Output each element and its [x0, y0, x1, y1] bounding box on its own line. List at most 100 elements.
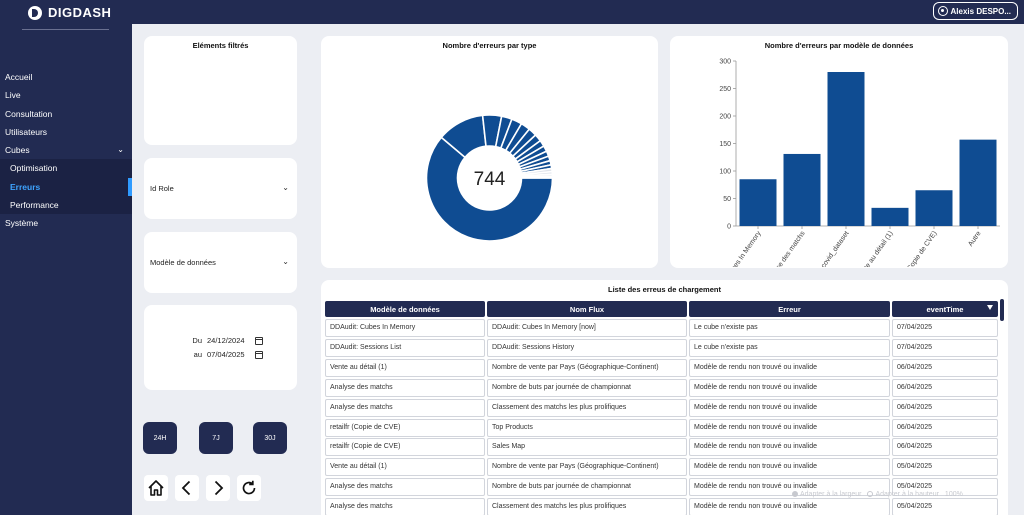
column-header-eventtime[interactable]: eventTime	[892, 301, 998, 317]
x-tick-label: covid_dataset	[820, 230, 851, 267]
cell-eventtime[interactable]: 06/04/2025	[892, 358, 998, 377]
fit-width-label: Adapter à la largeur	[800, 491, 862, 498]
errors-by-model-title: Nombre d'erreurs par modèle de données	[764, 41, 914, 50]
refresh-button[interactable]	[237, 475, 261, 501]
sidebar-item-live[interactable]: Live	[0, 86, 132, 104]
cell-model[interactable]: Vente au détail (1)	[325, 458, 485, 477]
bar[interactable]	[959, 139, 997, 226]
cell-error[interactable]: Modèle de rendu non trouvé ou invalide	[689, 458, 890, 477]
range-7j-button[interactable]: 7J	[199, 422, 233, 454]
cell-eventtime[interactable]: 07/04/2025	[892, 338, 998, 357]
cell-error[interactable]: Modèle de rendu non trouvé ou invalide	[689, 378, 890, 397]
bar[interactable]	[871, 207, 909, 226]
cell-flux[interactable]: Nombre de buts par journée de championna…	[487, 378, 687, 397]
cell-error[interactable]: Modèle de rendu non trouvé ou invalide	[689, 398, 890, 417]
y-tick-label: 300	[719, 59, 731, 66]
cell-flux[interactable]: DDAudit: Cubes In Memory [now]	[487, 319, 687, 337]
range-30j-button[interactable]: 30J	[253, 422, 287, 454]
cell-flux[interactable]: Nombre de buts par journée de championna…	[487, 478, 687, 497]
cell-eventtime[interactable]: 06/04/2025	[892, 398, 998, 417]
cell-model[interactable]: retailfr (Copie de CVE)	[325, 438, 485, 457]
cell-eventtime[interactable]: 05/04/2025	[892, 458, 998, 477]
sidebar-item-cubes[interactable]: Cubes ⌄	[0, 141, 132, 159]
cell-model[interactable]: Analyse des matchs	[325, 398, 485, 417]
date-to-input[interactable]: 07/04/2025	[207, 350, 251, 359]
bar-chart[interactable]: 0 50 100 150 200 250 300 DDAudit: Cubes In Memo…	[670, 52, 1008, 267]
donut-chart[interactable]: 744	[321, 54, 658, 264]
cell-error[interactable]: Le cube n'existe pas	[689, 338, 890, 357]
column-header-error[interactable]: Erreur	[689, 301, 890, 317]
column-header-model[interactable]: Modèle de données	[325, 301, 485, 317]
range-24h-button[interactable]: 24H	[143, 422, 177, 454]
cell-model[interactable]: Analyse des matchs	[325, 478, 485, 497]
table-scrollbar[interactable]	[1000, 299, 1004, 321]
model-select[interactable]: Modèle de données ⌄	[144, 232, 297, 293]
sidebar-item-optimisation[interactable]: Optimisation	[0, 159, 132, 178]
cell-flux[interactable]: Top Products	[487, 418, 687, 437]
bar[interactable]	[739, 179, 777, 226]
cell-eventtime[interactable]: 06/04/2025	[892, 418, 998, 437]
chevron-down-icon: ⌄	[282, 257, 289, 266]
sidebar-item-label: Accueil	[5, 72, 33, 82]
sort-desc-icon[interactable]	[987, 305, 993, 310]
cell-eventtime[interactable]: 05/04/2025	[892, 498, 998, 515]
x-tick-label: DDAudit: Cubes In Memory	[708, 230, 763, 267]
back-button[interactable]	[175, 475, 199, 501]
cell-eventtime[interactable]: 06/04/2025	[892, 438, 998, 457]
cell-flux[interactable]: Classement des matchs les plus prolifiqu…	[487, 498, 687, 515]
fit-width-option[interactable]: Adapter à la largeur	[792, 491, 861, 498]
column-header-flux[interactable]: Nom Flux	[487, 301, 687, 317]
forward-button[interactable]	[206, 475, 230, 501]
date-from-input[interactable]: 24/12/2024	[207, 336, 251, 345]
cell-flux[interactable]: DDAudit: Sessions History	[487, 338, 687, 357]
loading-errors-title: Liste des erreus de chargement	[608, 285, 721, 294]
cell-model[interactable]: Analyse des matchs	[325, 378, 485, 397]
cell-flux[interactable]: Nombre de vente par Pays (Géographique-C…	[487, 358, 687, 377]
bar[interactable]	[783, 153, 821, 226]
cell-error[interactable]: Modèle de rendu non trouvé ou invalide	[689, 498, 890, 515]
home-button[interactable]	[144, 475, 168, 501]
cell-model[interactable]: DDAudit: Sessions List	[325, 338, 485, 357]
sidebar-item-syst-me[interactable]: Système	[0, 214, 132, 232]
cell-model[interactable]: Vente au détail (1)	[325, 358, 485, 377]
calendar-icon[interactable]	[255, 336, 263, 345]
cell-flux[interactable]: Classement des matchs les plus prolifiqu…	[487, 398, 687, 417]
date-to-label: au	[193, 350, 202, 359]
donut-slice[interactable]	[520, 175, 554, 179]
y-tick-label: 200	[719, 114, 731, 121]
cell-model[interactable]: retailfr (Copie de CVE)	[325, 418, 485, 437]
cell-flux[interactable]: Nombre de vente par Pays (Géographique-C…	[487, 458, 687, 477]
id-role-label: Id Role	[150, 184, 174, 193]
date-from-row[interactable]: Du 24/12/2024	[186, 336, 263, 345]
cell-flux[interactable]: Sales Map	[487, 438, 687, 457]
cell-error[interactable]: Le cube n'existe pas	[689, 319, 890, 337]
fit-height-option[interactable]: Adapter à la hauteur	[867, 491, 939, 498]
cell-eventtime[interactable]: 06/04/2025	[892, 378, 998, 397]
sidebar-item-label: Live	[5, 90, 21, 101]
top-bar: DIGDASH Alexis DESPO...	[0, 0, 1024, 24]
date-to-row[interactable]: au 07/04/2025	[186, 350, 263, 359]
cell-error[interactable]: Modèle de rendu non trouvé ou invalide	[689, 418, 890, 437]
bar[interactable]	[827, 72, 865, 226]
zoom-level[interactable]: 100%	[945, 491, 963, 498]
user-menu-button[interactable]: Alexis DESPO...	[932, 2, 1018, 20]
sidebar-item-utilisateurs[interactable]: Utilisateurs	[0, 123, 132, 141]
cell-model[interactable]: Analyse des matchs	[325, 498, 485, 515]
cell-model[interactable]: DDAudit: Cubes In Memory	[325, 319, 485, 337]
sidebar-item-consultation[interactable]: Consultation	[0, 105, 132, 123]
cell-error[interactable]: Modèle de rendu non trouvé ou invalide	[689, 358, 890, 377]
cell-error[interactable]: Modèle de rendu non trouvé ou invalide	[689, 438, 890, 457]
sidebar-item-performance[interactable]: Performance	[0, 196, 132, 215]
y-tick-label: 100	[719, 169, 731, 176]
errors-by-type-title: Nombre d'erreurs par type	[442, 41, 537, 50]
cell-eventtime[interactable]: 07/04/2025	[892, 319, 998, 337]
id-role-select[interactable]: Id Role ⌄	[144, 158, 297, 219]
y-tick-label: 0	[727, 224, 731, 231]
sidebar-item-label: Performance	[10, 200, 59, 211]
sidebar-item-erreurs[interactable]: Erreurs	[0, 177, 132, 197]
calendar-icon[interactable]	[255, 350, 263, 359]
bar[interactable]	[915, 190, 953, 226]
sidebar-item-accueil[interactable]: Accueil	[0, 68, 132, 86]
donut-total: 744	[474, 169, 506, 190]
app-logo[interactable]: DIGDASH	[28, 5, 111, 20]
